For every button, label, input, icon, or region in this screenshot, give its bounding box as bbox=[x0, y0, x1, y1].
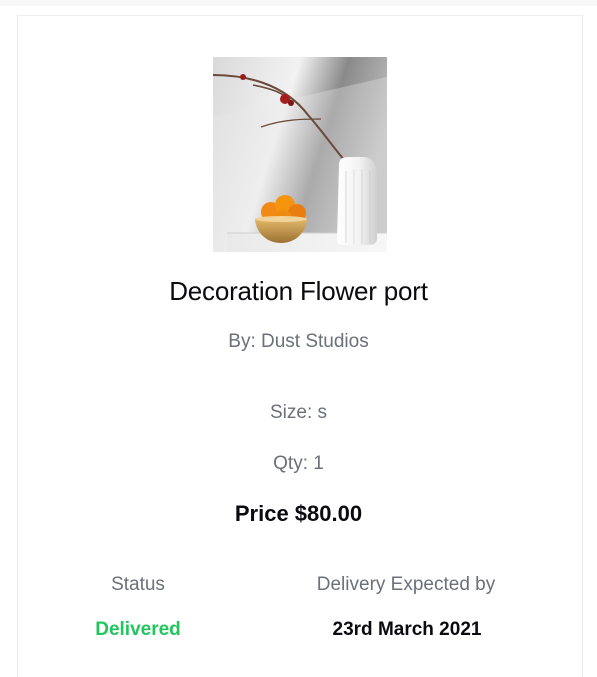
product-image bbox=[213, 57, 387, 252]
product-title: Decoration Flower port bbox=[169, 276, 428, 306]
product-brand: By: Dust Studios bbox=[228, 331, 369, 352]
product-price: Price $80.00 bbox=[234, 501, 363, 526]
product-size: Size: s bbox=[269, 402, 328, 423]
status-label: Status bbox=[111, 574, 165, 595]
product-quantity: Qty: 1 bbox=[273, 453, 324, 474]
delivery-expected-date: 23rd March 2021 bbox=[332, 619, 482, 640]
order-item-page: Decoration Flower port By: Dust Studios … bbox=[0, 0, 597, 677]
status-badge: Delivered bbox=[95, 619, 181, 640]
delivery-expected-label: Delivery Expected by bbox=[316, 574, 496, 595]
top-strip bbox=[0, 0, 597, 6]
